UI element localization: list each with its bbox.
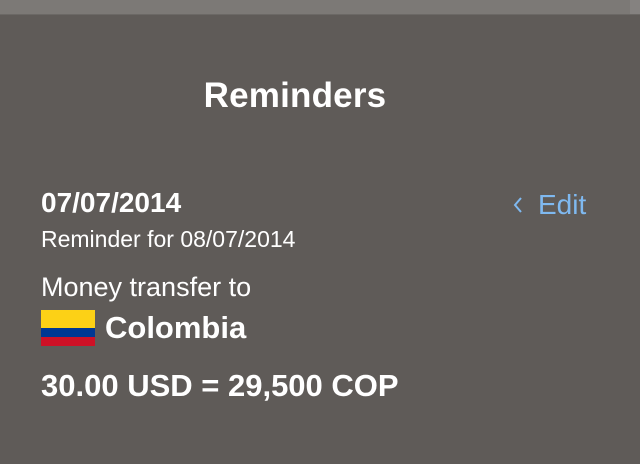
reminder-for-date: Reminder for 08/07/2014 <box>41 226 296 252</box>
edit-button[interactable]: Edit <box>512 188 586 222</box>
top-bar <box>0 0 640 15</box>
edit-label: Edit <box>538 189 587 220</box>
top-bar-edge <box>630 0 640 14</box>
chevron-left-icon <box>513 197 522 213</box>
page-title: Reminders <box>203 76 387 115</box>
transfer-amount: 30.00 USD = 29,500 COP <box>41 368 399 403</box>
colombia-flag-icon <box>41 310 95 346</box>
destination-country: Colombia <box>41 310 246 346</box>
transfer-label: Money transfer to <box>41 272 252 302</box>
reminder-date: 07/07/2014 <box>41 187 182 218</box>
country-name: Colombia <box>105 310 247 345</box>
